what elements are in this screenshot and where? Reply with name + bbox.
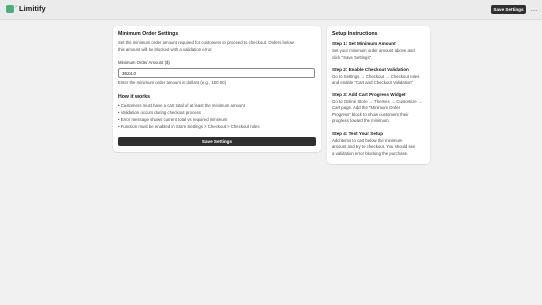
- step-1-text: click "Save Settings": [332, 54, 372, 60]
- how-it-works-item: • Function must be enabled in Store Sett…: [118, 123, 260, 129]
- step-4-text: a validation error blocking the purchase…: [332, 150, 409, 156]
- header-save-button[interactable]: Save Settings: [491, 5, 526, 14]
- step-2-title: Step 2: Enable Checkout Validation: [332, 67, 409, 72]
- step-3-text: progress toward the minimum.: [332, 118, 390, 123]
- minimum-amount-label: Minimum Order Amount ($): [118, 60, 170, 65]
- save-settings-button[interactable]: Save Settings: [118, 137, 316, 146]
- how-it-works-item: • Validation occurs during checkout proc…: [118, 110, 201, 115]
- setup-title: Setup Instructions: [332, 31, 378, 37]
- settings-title: Minimum Order Settings: [118, 31, 179, 37]
- app-title: Limitify: [19, 4, 46, 13]
- step-4-title: Step 4: Test Your Setup: [332, 131, 384, 136]
- more-actions-icon[interactable]: …: [530, 5, 538, 14]
- breadcrumb-separator: ›: [15, 4, 17, 10]
- app-header: › Limitify Save Settings …: [0, 0, 542, 20]
- how-it-works-item: • Customers must have a cart total of at…: [118, 103, 245, 108]
- minimum-amount-input[interactable]: [118, 68, 315, 78]
- settings-description-line-2: this amount will be blocked with a valid…: [118, 46, 213, 52]
- how-it-works-title: How it works: [118, 94, 150, 100]
- app-logo-icon: [6, 5, 14, 13]
- minimum-amount-help: Enter the minimum order amount in dollar…: [118, 80, 226, 85]
- step-3-title: Step 3: Add Cart Progress Widget: [332, 92, 406, 97]
- step-1-title: Step 1: Set Minimum Amount: [332, 41, 396, 46]
- step-2-text: and enable "Cart and Checkout Validation…: [332, 80, 414, 85]
